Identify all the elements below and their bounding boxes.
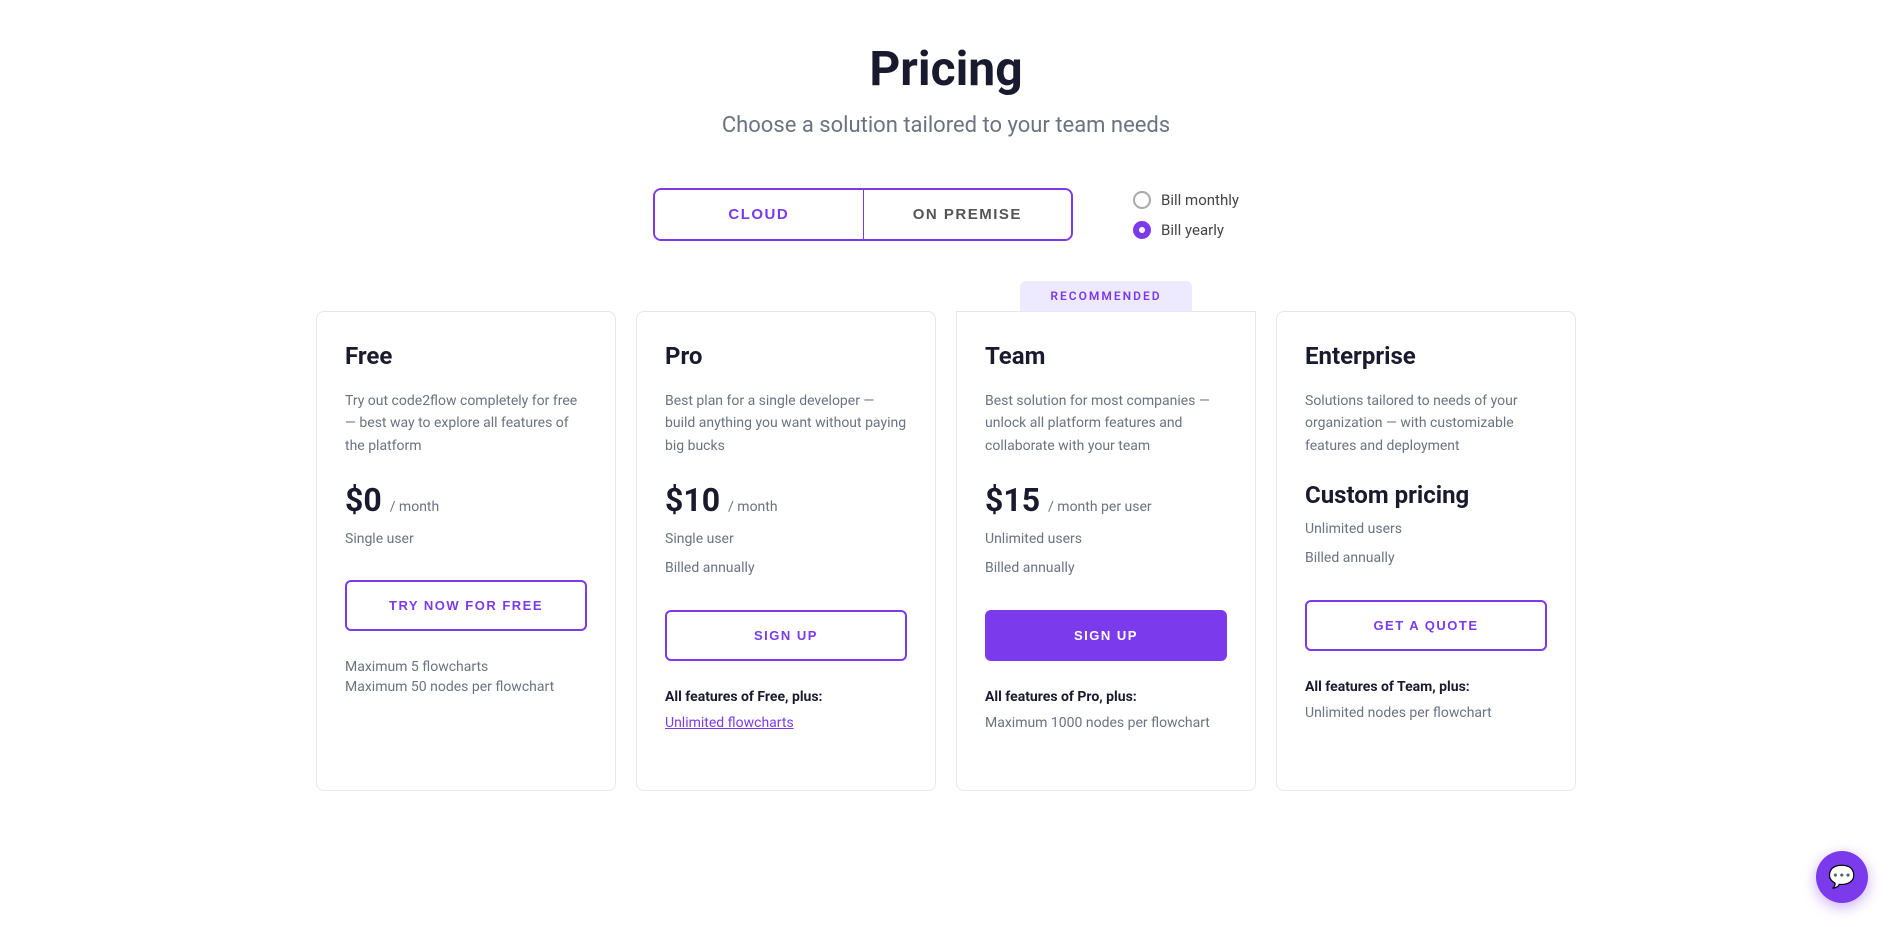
bill-yearly-radio[interactable] [1133, 221, 1151, 239]
pro-features-header: All features of Free, plus: [665, 689, 907, 705]
enterprise-feature-0: Unlimited nodes per flowchart [1305, 705, 1547, 721]
plan-description-team: Best solution for most companies — unloc… [985, 390, 1227, 457]
pro-feature-0: Unlimited flowcharts [665, 715, 907, 731]
pro-cta-button[interactable]: SIGN UP [665, 610, 907, 661]
bill-yearly-label: Bill yearly [1161, 221, 1224, 239]
plan-name-free: Free [345, 342, 587, 370]
plan-name-pro: Pro [665, 342, 907, 370]
plan-price-pro: $10 / month [665, 481, 907, 519]
plan-card-pro: Pro Best plan for a single developer — b… [636, 311, 936, 791]
price-period-free: / month [390, 499, 440, 515]
price-amount-free: $0 [345, 481, 382, 519]
plan-description-free: Try out code2flow completely for free — … [345, 390, 587, 457]
plan-user-info-team-1: Billed annually [985, 556, 1227, 581]
page-subtitle: Choose a solution tailored to your team … [316, 113, 1576, 138]
plan-price-team: $15 / month per user [985, 481, 1227, 519]
plan-name-team: Team [985, 342, 1227, 370]
free-feature-1: Maximum 50 nodes per flowchart [345, 679, 587, 695]
price-amount-enterprise: Custom pricing [1305, 481, 1469, 509]
plans-section: RECOMMENDED Free Try out code2flow compl… [316, 281, 1576, 791]
plan-card-enterprise: Enterprise Solutions tailored to needs o… [1276, 311, 1576, 791]
billing-options: Bill monthly Bill yearly [1133, 191, 1239, 239]
plan-card-team: Team Best solution for most companies — … [956, 311, 1256, 791]
plan-user-info-team-0: Unlimited users [985, 527, 1227, 552]
plan-description-enterprise: Solutions tailored to needs of your orga… [1305, 390, 1547, 457]
enterprise-cta-button[interactable]: GET A QUOTE [1305, 600, 1547, 651]
plan-user-info-enterprise-1: Billed annually [1305, 546, 1547, 571]
plan-price-enterprise: Custom pricing [1305, 481, 1547, 509]
free-cta-button[interactable]: TRY NOW FOR FREE [345, 580, 587, 631]
plan-price-free: $0 / month [345, 481, 587, 519]
price-period-pro: / month [728, 499, 778, 515]
plan-user-info-free: Single user [345, 527, 587, 552]
price-period-team: / month per user [1048, 499, 1152, 515]
bill-monthly-option[interactable]: Bill monthly [1133, 191, 1239, 209]
plan-cta-enterprise: GET A QUOTE [1305, 600, 1547, 651]
plan-cta-pro: SIGN UP [665, 610, 907, 661]
team-cta-button[interactable]: SIGN UP [985, 610, 1227, 661]
spacer-enterprise [1276, 281, 1576, 311]
recommended-banner-wrapper: RECOMMENDED [956, 281, 1256, 311]
team-feature-0: Maximum 1000 nodes per flowchart [985, 715, 1227, 731]
plan-type-toggle: CLOUD ON PREMISE [653, 188, 1073, 241]
plan-name-enterprise: Enterprise [1305, 342, 1547, 370]
spacer-pro [636, 281, 936, 311]
enterprise-features-header: All features of Team, plus: [1305, 679, 1547, 695]
chat-bubble-button[interactable]: 💬 [1816, 851, 1868, 903]
bill-yearly-option[interactable]: Bill yearly [1133, 221, 1239, 239]
page-title: Pricing [316, 40, 1576, 97]
free-feature-0: Maximum 5 flowcharts [345, 659, 587, 675]
billing-toggle-section: CLOUD ON PREMISE Bill monthly Bill yearl… [316, 188, 1576, 241]
plans-row: Free Try out code2flow completely for fr… [316, 311, 1576, 791]
bill-monthly-label: Bill monthly [1161, 191, 1239, 209]
spacer-free [316, 281, 616, 311]
chat-icon: 💬 [1828, 865, 1855, 890]
recommended-banner-row: RECOMMENDED [316, 281, 1576, 311]
price-amount-team: $15 [985, 481, 1040, 519]
plan-description-pro: Best plan for a single developer — build… [665, 390, 907, 457]
bill-monthly-radio[interactable] [1133, 191, 1151, 209]
plan-user-info-pro-1: Billed annually [665, 556, 907, 581]
plan-cta-team: SIGN UP [985, 610, 1227, 661]
plan-card-free: Free Try out code2flow completely for fr… [316, 311, 616, 791]
price-amount-pro: $10 [665, 481, 720, 519]
team-features-header: All features of Pro, plus: [985, 689, 1227, 705]
plan-user-info-enterprise-0: Unlimited users [1305, 517, 1547, 542]
plan-cta-free: TRY NOW FOR FREE [345, 580, 587, 631]
cloud-tab[interactable]: CLOUD [655, 190, 863, 239]
on-premise-tab[interactable]: ON PREMISE [863, 190, 1072, 239]
recommended-badge: RECOMMENDED [1020, 281, 1191, 311]
plan-user-info-pro-0: Single user [665, 527, 907, 552]
